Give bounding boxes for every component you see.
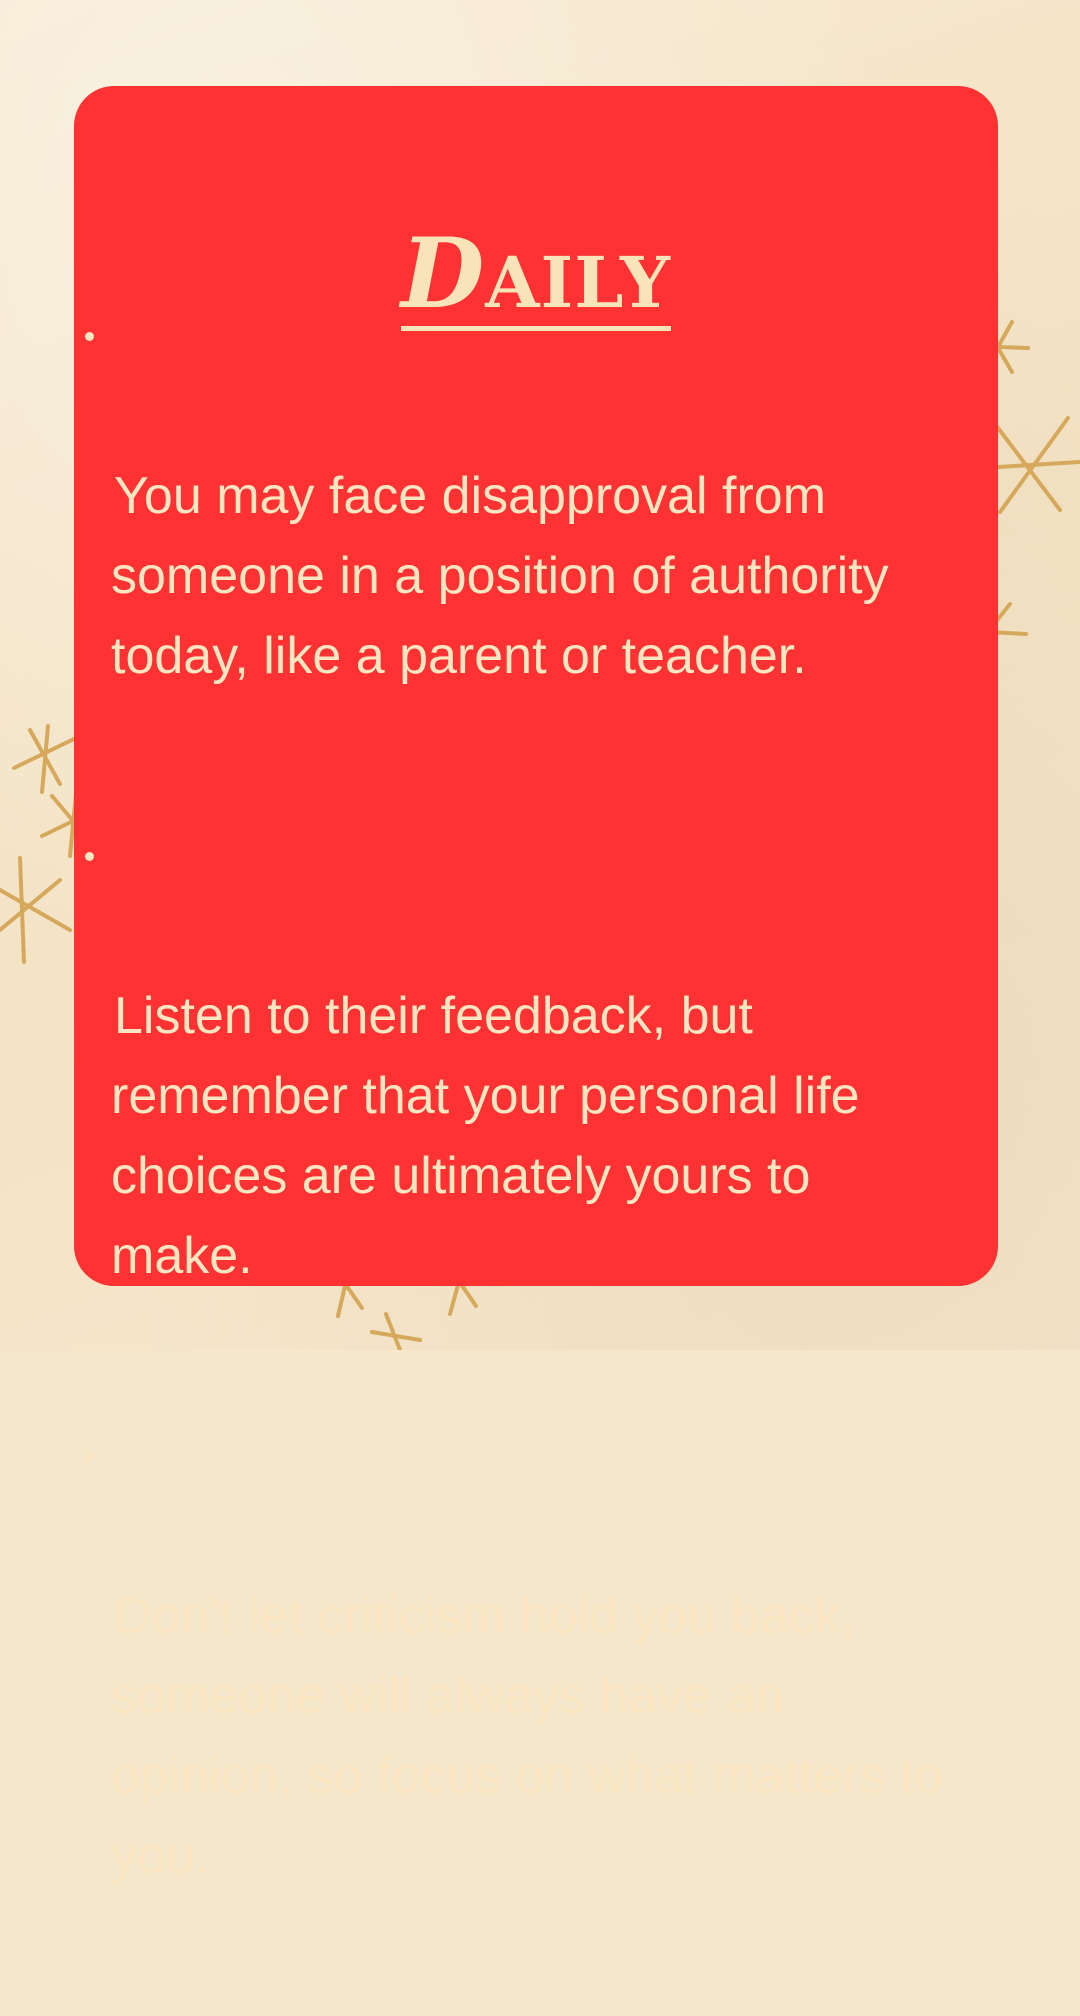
sparkle-icon (0, 856, 72, 964)
bullet-dot-icon (85, 1452, 94, 1461)
sparkle-icon (12, 724, 78, 794)
bullet-list: You may face disapproval from someone in… (74, 296, 1080, 2016)
list-item: You may face disapproval from someone in… (74, 296, 1080, 776)
bullet-text: Don't let criticism hold you back; someo… (111, 1587, 944, 1885)
list-item: Don't let criticism hold you back; someo… (74, 1416, 1080, 1976)
bullet-text: You may face disapproval from someone in… (111, 467, 889, 685)
bullet-dot-icon (85, 332, 94, 341)
list-item: Listen to their feedback, but remember t… (74, 816, 1080, 1376)
bullet-dot-icon (85, 852, 94, 861)
bullet-text: Listen to their feedback, but remember t… (111, 987, 860, 1285)
